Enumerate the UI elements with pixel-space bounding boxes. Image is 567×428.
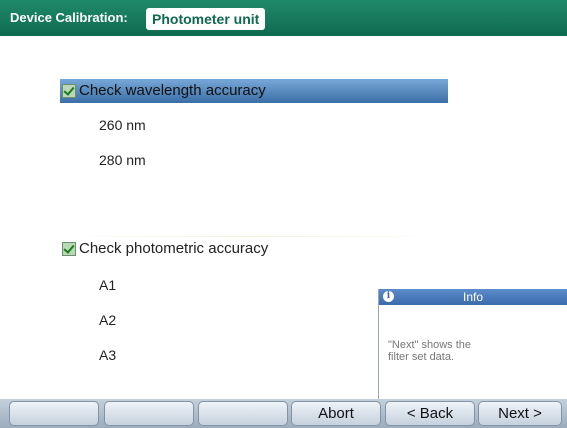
softkey-3-button[interactable] (198, 401, 288, 426)
screen-title: Device Calibration: (10, 10, 128, 25)
back-button[interactable]: < Back (385, 401, 475, 426)
photometric-a3-item: A3 (99, 347, 117, 363)
wavelength-280-item: 280 nm (99, 152, 146, 168)
abort-button[interactable]: Abort (291, 401, 381, 426)
info-message: "Next" shows the filter set data. (388, 339, 472, 363)
check-photometric-accuracy-row[interactable]: Check photometric accuracy (60, 237, 448, 261)
checkbox-checked-icon[interactable] (62, 242, 76, 256)
softkey-2-button[interactable] (104, 401, 194, 426)
info-panel: i Info "Next" shows the filter set data. (378, 289, 567, 399)
check-wavelength-accuracy-row[interactable]: Check wavelength accuracy (60, 79, 448, 103)
photometric-a1-item: A1 (99, 277, 117, 293)
softkey-1-button[interactable] (9, 401, 99, 426)
info-title-bar: i Info (379, 289, 567, 305)
header-bar: Device Calibration: Photometer unit (0, 0, 567, 36)
softkey-bar: Abort < Back Next > (0, 399, 567, 428)
wavelength-260-item: 260 nm (99, 117, 146, 133)
tab-photometer-unit[interactable]: Photometer unit (146, 8, 266, 30)
next-button[interactable]: Next > (478, 401, 562, 426)
checklist-item-label: Check photometric accuracy (79, 240, 269, 257)
checklist-item-label: Check wavelength accuracy (79, 82, 266, 99)
checkbox-checked-icon[interactable] (62, 84, 76, 98)
calibration-screen: Device Calibration: Photometer unit Chec… (0, 0, 567, 428)
info-title: Info (462, 290, 483, 304)
photometric-a2-item: A2 (99, 312, 117, 328)
